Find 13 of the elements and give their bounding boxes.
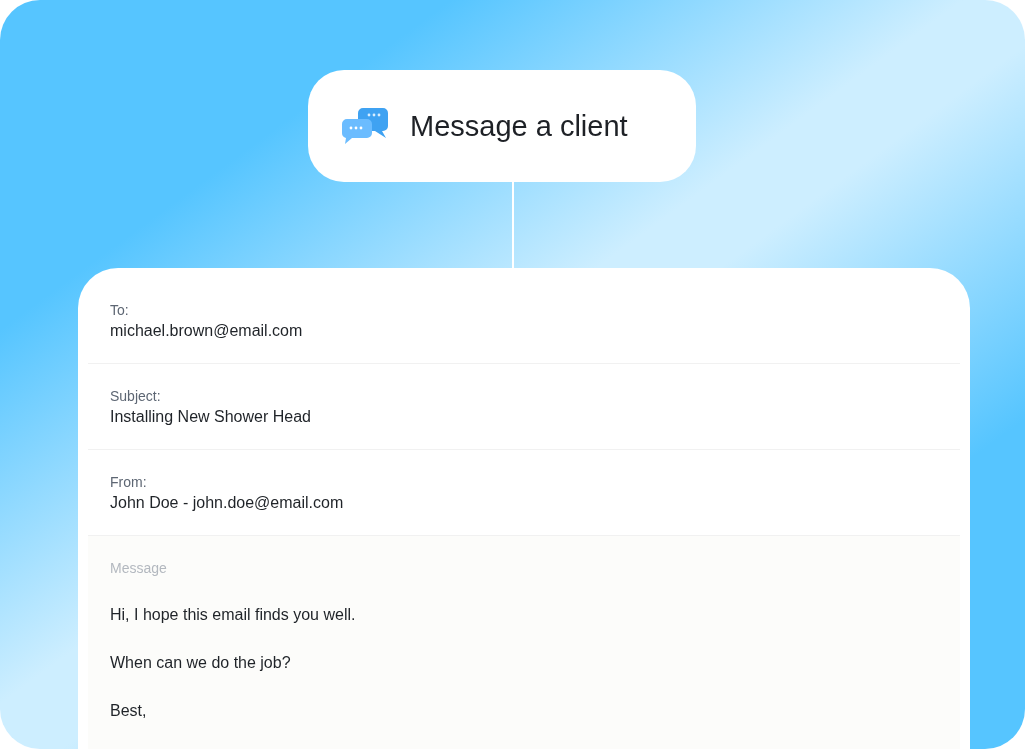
message-text: Hi, I hope this email finds you well. bbox=[110, 605, 356, 625]
message-text: When can we do the job? bbox=[110, 653, 291, 673]
field-label: From: bbox=[110, 473, 147, 491]
field-label: Subject: bbox=[110, 387, 161, 405]
field-value: Installing New Shower Head bbox=[110, 407, 311, 427]
chat-bubbles-icon bbox=[342, 108, 388, 144]
title-text: Message a client bbox=[410, 109, 628, 144]
field-label: To: bbox=[110, 301, 129, 319]
message-text: Best, bbox=[110, 701, 147, 721]
field-value: John Doe - john.doe@email.com bbox=[110, 493, 344, 513]
message-field[interactable]: Message Hi, I hope this email finds you well. When can we do the job? Best, bbox=[88, 536, 960, 749]
field-value: michael.brown@email.com bbox=[110, 321, 303, 341]
message-label: Message bbox=[110, 559, 167, 577]
